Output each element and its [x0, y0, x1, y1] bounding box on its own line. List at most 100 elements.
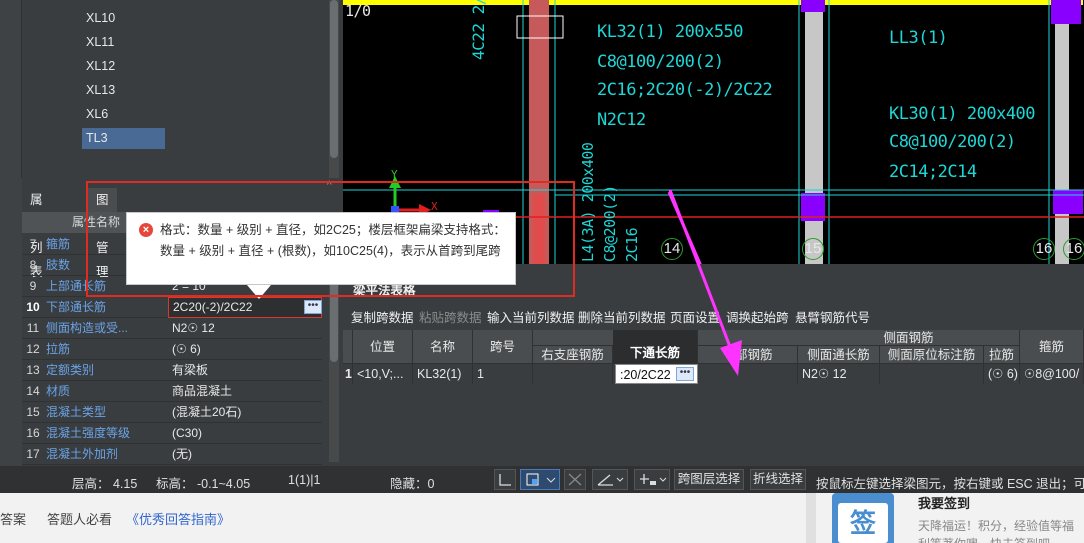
- row-number: 15: [26, 405, 40, 419]
- axis-number-16: 16: [1033, 238, 1055, 260]
- bottom-through-steel-input[interactable]: 2C20(-2)/2C22: [168, 297, 322, 318]
- header-side-in-situ: 侧面原位标注筋: [880, 346, 984, 364]
- cross-icon[interactable]: [564, 469, 586, 490]
- tree-item-xl12[interactable]: XL12: [82, 56, 165, 77]
- cell-stirrup[interactable]: ☉8@100/: [1020, 364, 1084, 384]
- status-bar: 层高： 4.15 标高： -0.1~4.05 1(1)|1 隐藏：0 跨图层选择…: [0, 466, 1084, 493]
- cross-layer-select-button[interactable]: 跨图层选择: [674, 469, 744, 490]
- property-name: 混凝土强度等级: [46, 426, 131, 440]
- header-span: 跨号: [473, 330, 533, 364]
- tree-item-tl3[interactable]: TL3: [82, 128, 165, 149]
- header-position: 位置: [353, 330, 413, 364]
- ellipsis-button[interactable]: •••: [304, 300, 322, 314]
- property-value[interactable]: (无): [168, 444, 322, 465]
- property-row-16[interactable]: 16 混凝土强度等级 (C30): [22, 423, 322, 444]
- row-number: 11: [26, 321, 40, 335]
- property-row-12[interactable]: 12 拉筋 (☉ 6): [22, 339, 322, 360]
- purple-cap-1: [801, 0, 825, 12]
- header-corner: [343, 330, 353, 364]
- purple-cap-2: [1051, 0, 1081, 24]
- cad-label-top-left: 1/0: [345, 2, 371, 20]
- property-value[interactable]: 有梁板: [168, 360, 322, 381]
- property-value[interactable]: 商品混凝土: [168, 381, 322, 402]
- cad-label-kl30-3: 2C14;2C14: [889, 162, 977, 182]
- header-name: 名称: [413, 330, 473, 364]
- delete-current-column-button[interactable]: 删除当前列数据: [578, 307, 666, 326]
- property-row-14[interactable]: 14 材质 商品混凝土: [22, 381, 322, 402]
- status-count: 1(1)|1: [288, 473, 321, 487]
- cell-position[interactable]: <10,V;...: [353, 364, 413, 384]
- cad-label-vertical-3: C8@200(2): [601, 185, 619, 262]
- property-value[interactable]: (☉ 6): [168, 339, 322, 360]
- property-row-11[interactable]: 11 侧面构造或受... N2☉ 12: [22, 318, 322, 339]
- status-elevation: 标高： -0.1~4.05: [156, 477, 251, 491]
- cad-label-kl30-1: KL30(1) 200x400: [889, 104, 1036, 124]
- property-value[interactable]: (混凝土20石): [168, 402, 322, 423]
- row-number: 14: [26, 384, 40, 398]
- cell-name[interactable]: KL32(1): [413, 364, 473, 384]
- web-page-area: 答案 答题人必看 《优秀回答指南》 签 我要签到 天降福运！积分，经验值等福 利…: [0, 493, 1084, 543]
- property-name: 混凝土类型: [46, 405, 107, 419]
- tree-item-xl13[interactable]: XL13: [82, 80, 165, 101]
- cad-label-kl32-1: KL32(1) 200x550: [597, 22, 744, 42]
- property-value[interactable]: N2☉ 12: [168, 318, 322, 339]
- snap-select-icon[interactable]: [520, 469, 560, 490]
- cad-label-ll3: LL3(1): [889, 28, 948, 48]
- header-side-through: 侧面通长筋: [798, 346, 880, 364]
- signin-calendar-icon[interactable]: 签: [832, 493, 894, 543]
- tree-scroll-thumb[interactable]: [330, 0, 338, 158]
- cad-label-kl32-2: C8@100/200(2): [597, 52, 724, 72]
- column-right: [1055, 0, 1069, 264]
- copy-span-data-button[interactable]: 复制跨数据: [351, 307, 414, 326]
- axis-number-16b: 16: [1063, 238, 1084, 260]
- web-guide-link[interactable]: 《优秀回答指南》: [126, 509, 230, 528]
- signin-title[interactable]: 我要签到: [918, 493, 970, 512]
- input-current-column-button[interactable]: 输入当前列数据: [487, 307, 575, 326]
- column-center: [805, 0, 823, 264]
- paste-span-data-button[interactable]: 粘贴跨数据: [419, 307, 482, 326]
- header-right-support: 右支座钢筋: [533, 346, 613, 364]
- status-hint: 按鼠标左键选择梁图元，按右键或 ESC 退出；可以: [816, 477, 1084, 491]
- row-number: 8: [29, 258, 37, 272]
- property-row-15[interactable]: 15 混凝土类型 (混凝土20石): [22, 402, 322, 423]
- cell-right-support[interactable]: [533, 364, 613, 384]
- property-name: 定额类别: [46, 363, 95, 377]
- cell-span[interactable]: 1: [473, 364, 533, 384]
- row-number: 10: [26, 300, 40, 314]
- cad-label-kl32-4: N2C12: [597, 110, 646, 130]
- property-name: 侧面构造或受...: [46, 321, 129, 335]
- tree-scrollbar[interactable]: [329, 0, 339, 178]
- angle-icon[interactable]: [592, 469, 628, 490]
- row-number: 12: [26, 342, 40, 356]
- web-divider: [806, 493, 816, 543]
- cad-label-vertical-2: L4(3A) 200x400: [579, 142, 597, 262]
- signin-glyph: 签: [838, 503, 888, 543]
- cad-label-kl32-3: 2C16;2C20(-2)/2C22: [597, 80, 773, 100]
- polyline-select-button[interactable]: 折线选择: [750, 469, 806, 490]
- cell-side-in-situ[interactable]: [880, 364, 984, 384]
- signin-description-2: 利等著你噢，快去签到吧: [918, 535, 1050, 543]
- status-floor-height: 层高： 4.15: [72, 477, 138, 491]
- property-name: 混凝土外加剂: [46, 447, 119, 461]
- property-row-17[interactable]: 17 混凝土外加剂 (无): [22, 444, 322, 465]
- tree-item-xl11[interactable]: XL11: [82, 32, 165, 53]
- axis-number-15: 15: [802, 238, 824, 260]
- web-answer-text: 答案: [0, 512, 27, 527]
- property-name: 拉筋: [46, 342, 71, 356]
- row-number: 13: [26, 363, 40, 377]
- row-number: 16: [26, 426, 40, 440]
- tree-item-xl6[interactable]: XL6: [82, 104, 165, 125]
- tree-item-xl10[interactable]: XL10: [82, 8, 165, 29]
- cell-side-through[interactable]: N2☉ 12: [798, 364, 880, 384]
- header-stirrup: 箍筋: [1020, 330, 1084, 364]
- property-value[interactable]: (C30): [168, 423, 322, 444]
- offset-icon[interactable]: [634, 469, 670, 490]
- cantilever-code-button[interactable]: 悬臂钢筋代号: [795, 307, 870, 326]
- property-row-13[interactable]: 13 定额类别 有梁板: [22, 360, 322, 381]
- cell-tie[interactable]: (☉ 6): [984, 364, 1020, 384]
- component-tree: XL10 XL11 XL12 XL13 XL6 TL3: [0, 0, 343, 178]
- web-must-read-text: 答题人必看: [47, 512, 113, 527]
- tab-property-list[interactable]: 属性列表: [22, 188, 51, 279]
- ortho-toggle-icon[interactable]: [494, 469, 516, 490]
- property-row-10[interactable]: 10 下部通长筋 2C20(-2)/2C22 •••: [22, 297, 322, 318]
